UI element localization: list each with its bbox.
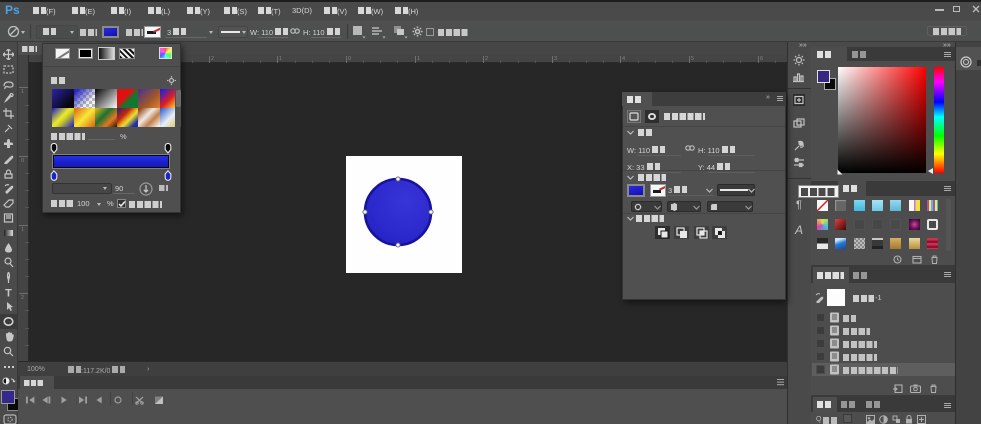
svg-text:¶: ¶ xyxy=(796,199,802,210)
svg-text:T: T xyxy=(5,287,12,298)
svg-text:A: A xyxy=(794,224,803,236)
